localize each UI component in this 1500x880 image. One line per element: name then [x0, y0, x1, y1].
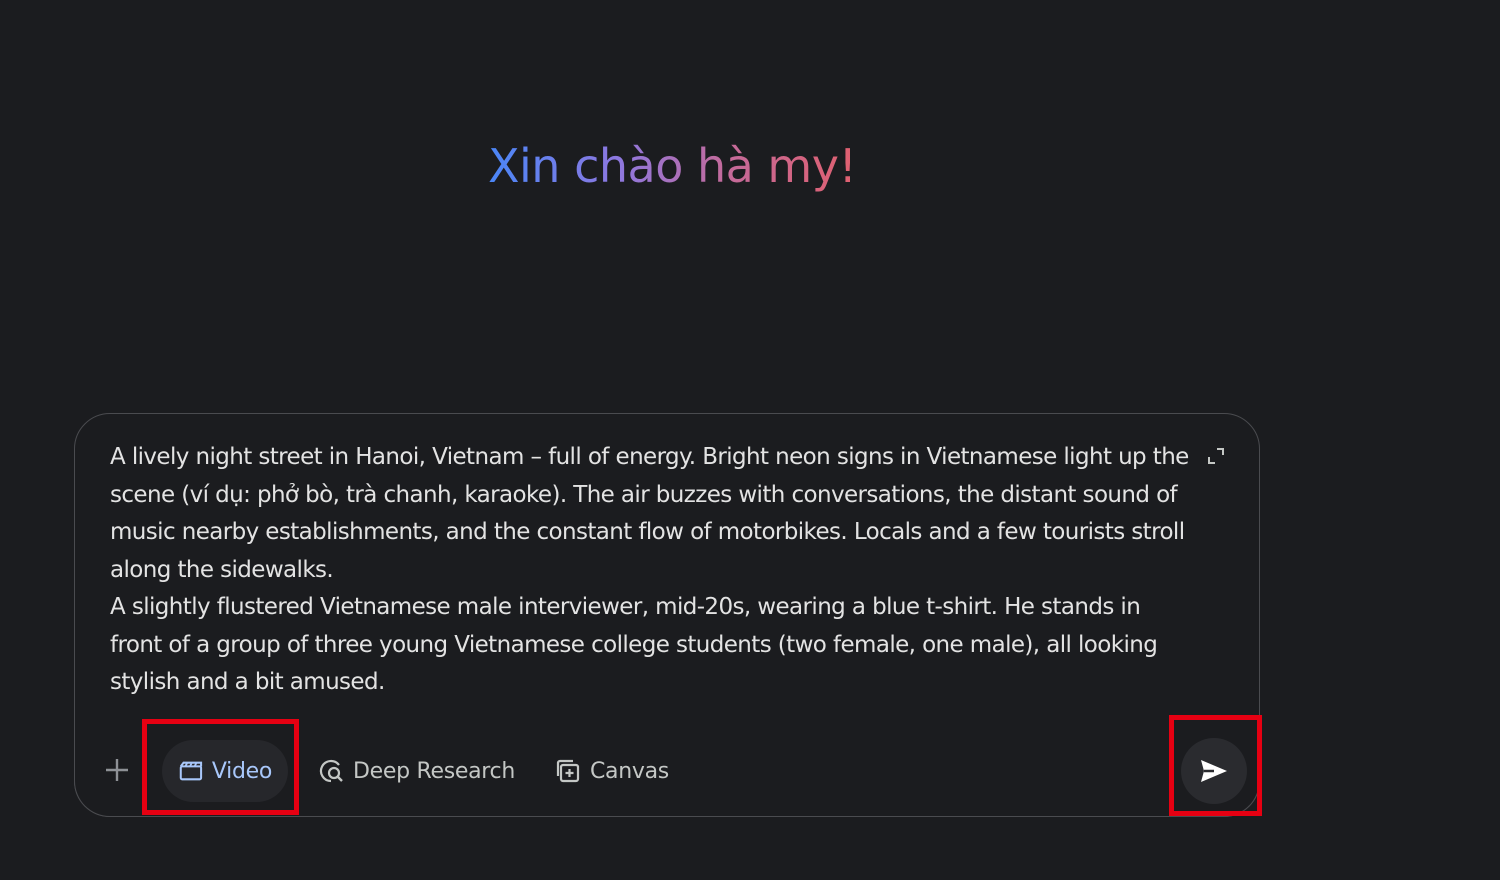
canvas-button[interactable]: Canvas: [538, 740, 685, 802]
prompt-paragraph: A lively night street in Hanoi, Vietnam …: [110, 444, 1189, 583]
greeting-title: Xin chào hà my!: [488, 136, 857, 196]
prompt-paragraph: A slightly flustered Vietnamese male int…: [110, 594, 1158, 695]
expand-icon[interactable]: [1206, 446, 1226, 466]
prompt-input[interactable]: A lively night street in Hanoi, Vietnam …: [110, 439, 1190, 702]
plus-icon: [106, 759, 128, 781]
video-tool-button[interactable]: Video: [162, 740, 288, 802]
add-button[interactable]: [103, 756, 131, 784]
send-button[interactable]: [1181, 738, 1247, 804]
clapperboard-icon: [179, 761, 203, 781]
canvas-label: Canvas: [590, 758, 669, 784]
deep-research-label: Deep Research: [353, 758, 515, 784]
deep-research-button[interactable]: Deep Research: [301, 740, 531, 802]
gemini-page: Xin chào hà my! A lively night street in…: [0, 0, 1500, 880]
video-tool-label: Video: [211, 758, 272, 784]
canvas-icon: [556, 759, 580, 783]
send-icon: [1201, 760, 1227, 782]
deep-research-icon: [319, 759, 343, 783]
